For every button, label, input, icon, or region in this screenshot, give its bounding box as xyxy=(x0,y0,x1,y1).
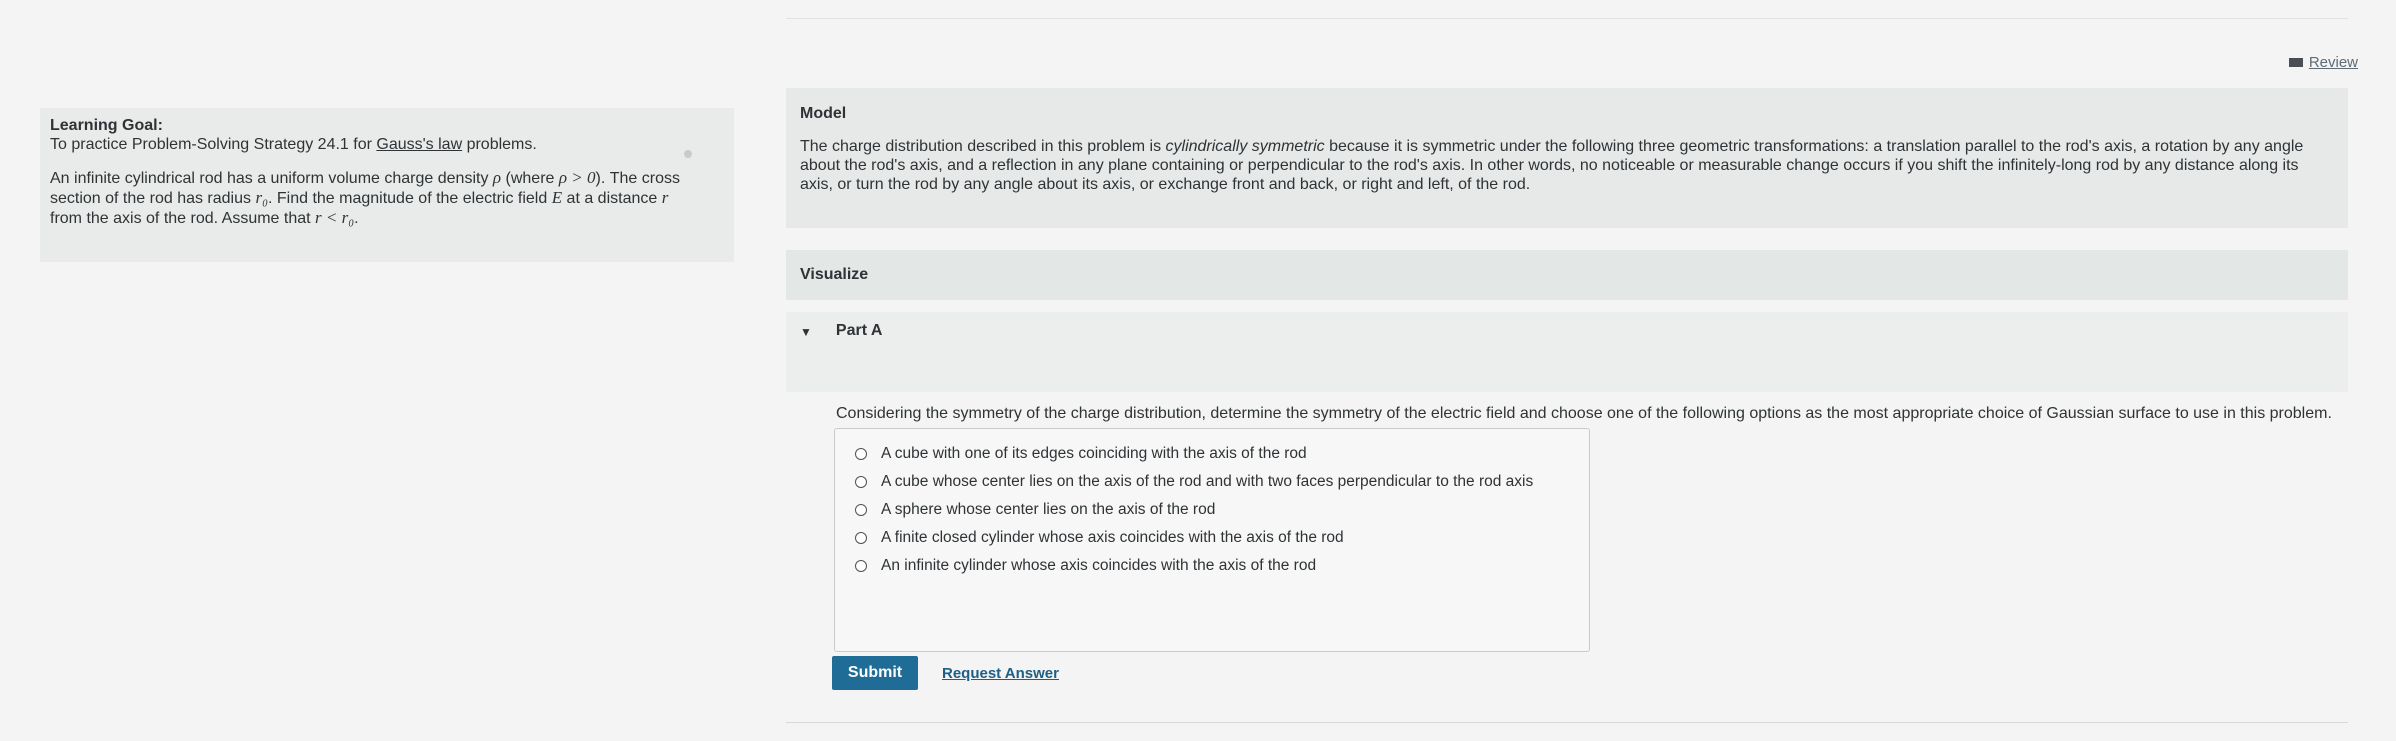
request-answer-link[interactable]: Request Answer xyxy=(942,665,1059,682)
option-label: A cube with one of its edges coinciding … xyxy=(881,445,1307,462)
rho-condition: ρ > 0 xyxy=(558,168,596,187)
gauss-law-link[interactable]: Gauss's law xyxy=(376,136,462,153)
problem-statement: An infinite cylindrical rod has a unifor… xyxy=(50,168,700,228)
e-symbol: E xyxy=(551,188,563,207)
visualize-section[interactable]: Visualize xyxy=(786,250,2348,300)
goal-text-end: problems. xyxy=(462,136,537,153)
problem-text-6: from the axis of the rod. Assume that xyxy=(50,210,316,227)
option-label: An infinite cylinder whose axis coincide… xyxy=(881,557,1317,574)
learning-goal-title: Learning Goal: xyxy=(50,117,163,134)
book-icon xyxy=(2288,58,2303,67)
option-label: A finite closed cylinder whose axis coin… xyxy=(881,529,1344,546)
submit-button[interactable]: Submit xyxy=(832,656,918,690)
problem-text-4: . Find the magnitude of the electric fie… xyxy=(267,190,552,207)
visualize-title: Visualize xyxy=(800,266,869,283)
problem-text-1: An infinite cylindrical rod has a unifor… xyxy=(50,170,493,187)
option-cube-edge[interactable]: A cube with one of its edges coinciding … xyxy=(855,445,1307,463)
problem-text-7: . xyxy=(354,210,359,227)
option-label: A cube whose center lies on the axis of … xyxy=(881,473,1534,490)
caret-down-icon[interactable]: ▼ xyxy=(800,325,812,339)
bottom-divider xyxy=(786,722,2348,723)
r0-symbol: r₀ xyxy=(255,188,268,207)
r-condition: r < r₀ xyxy=(315,208,355,227)
option-cube-center[interactable]: A cube whose center lies on the axis of … xyxy=(855,473,1533,491)
learning-goal-panel: Learning Goal: To practice Problem-Solvi… xyxy=(40,108,734,262)
option-infinite-cylinder[interactable]: An infinite cylinder whose axis coincide… xyxy=(855,557,1316,575)
panel-dot xyxy=(684,150,692,158)
model-title: Model xyxy=(800,105,847,122)
part-a-question: Considering the symmetry of the charge d… xyxy=(836,405,2332,422)
answer-options: A cube with one of its edges coinciding … xyxy=(834,428,1590,652)
option-finite-cylinder[interactable]: A finite closed cylinder whose axis coin… xyxy=(855,529,1344,547)
option-label: A sphere whose center lies on the axis o… xyxy=(881,501,1216,518)
problem-text-2: (where xyxy=(501,170,559,187)
learning-goal-text: To practice Problem-Solving Strategy 24.… xyxy=(50,135,724,154)
radio-button[interactable] xyxy=(855,504,867,516)
review-label: Review xyxy=(2308,54,2358,71)
model-text-1: The charge distribution described in thi… xyxy=(800,138,1166,155)
r-symbol: r xyxy=(661,188,669,207)
goal-text-start: To practice Problem-Solving Strategy 24.… xyxy=(50,136,377,153)
radio-button[interactable] xyxy=(855,532,867,544)
part-a-header[interactable]: ▼ Part A xyxy=(786,312,2348,392)
problem-text-5: at a distance xyxy=(562,190,662,207)
part-a-title: Part A xyxy=(835,322,883,339)
review-link[interactable]: Review xyxy=(2288,54,2358,71)
model-emphasis: cylindrically symmetric xyxy=(1165,138,1325,155)
option-sphere[interactable]: A sphere whose center lies on the axis o… xyxy=(855,501,1215,519)
rho-symbol: ρ xyxy=(492,168,502,187)
radio-button[interactable] xyxy=(855,476,867,488)
top-divider xyxy=(786,18,2348,19)
radio-button[interactable] xyxy=(855,448,867,460)
radio-button[interactable] xyxy=(855,560,867,572)
model-text: The charge distribution described in thi… xyxy=(800,137,2334,194)
model-section: Model The charge distribution described … xyxy=(786,88,2348,228)
